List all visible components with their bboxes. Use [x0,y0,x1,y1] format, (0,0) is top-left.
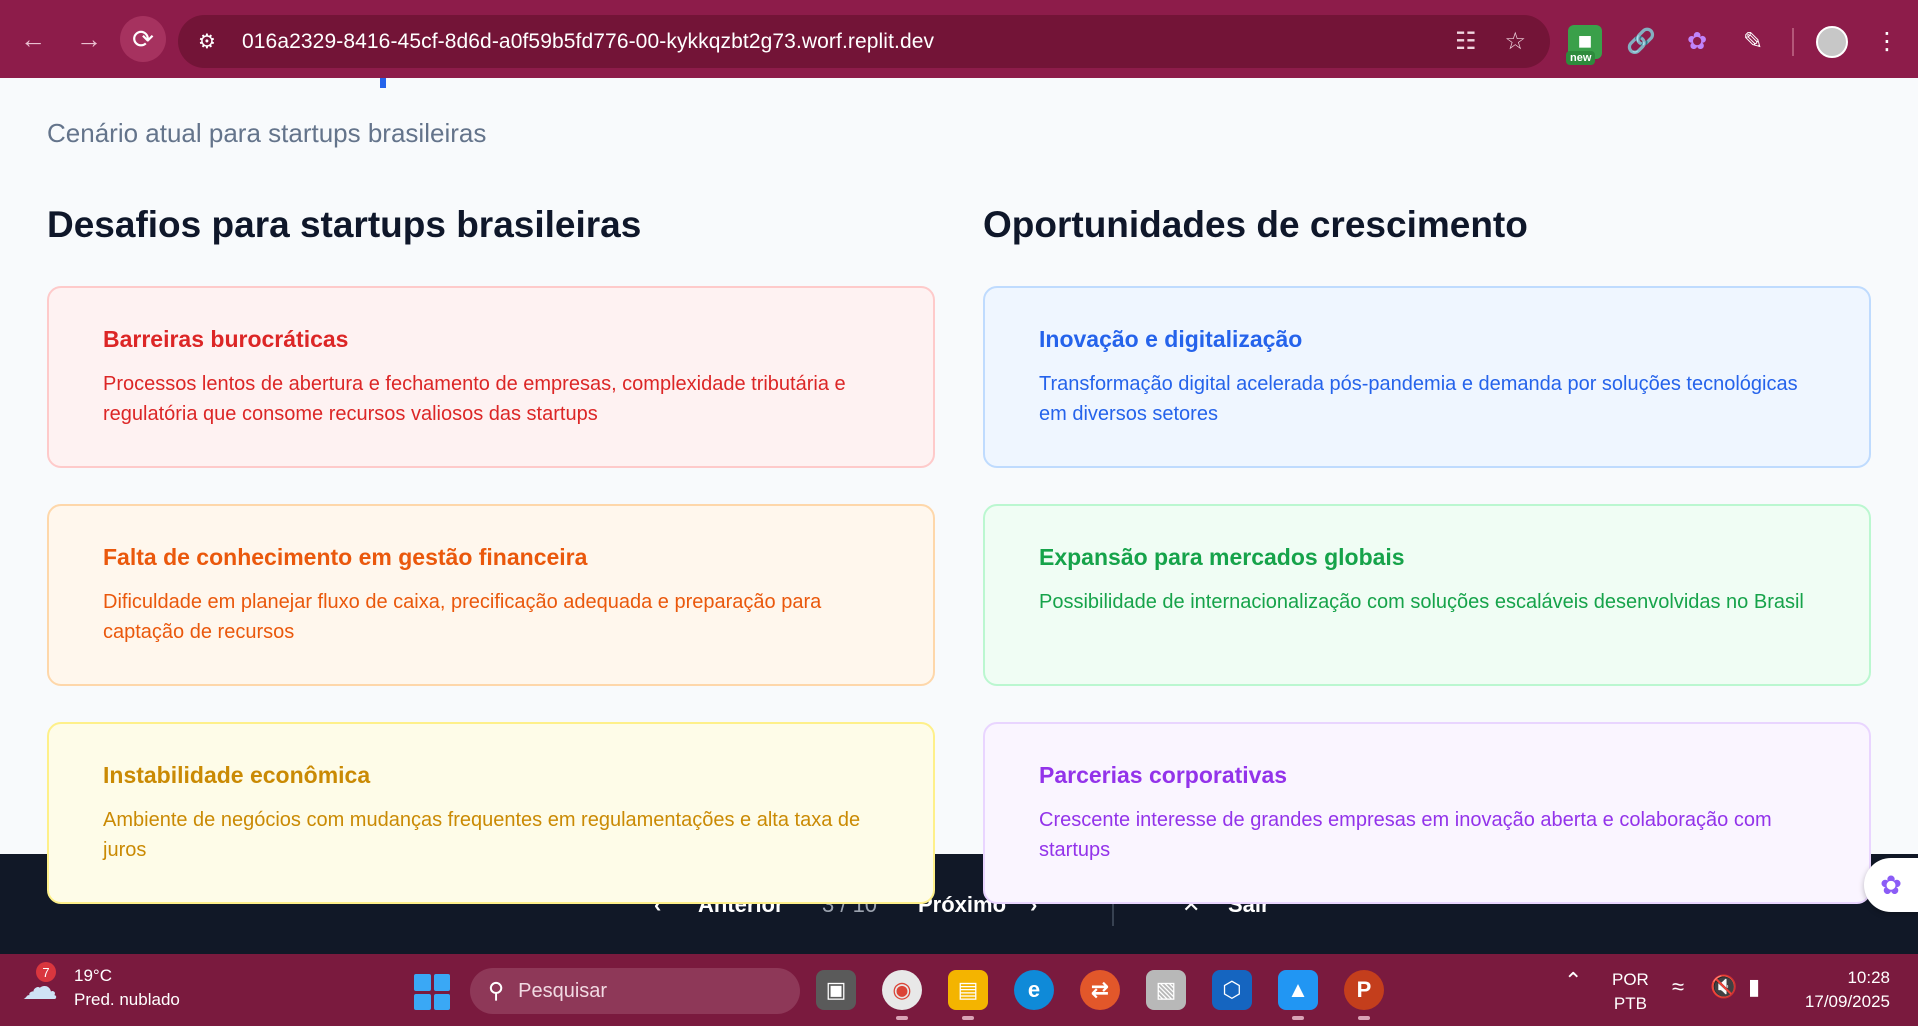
arrow-left-icon: ← [20,23,46,54]
card-title: Parcerias corporativas [1039,762,1288,788]
kebab-menu-icon[interactable]: ⋮ [1870,25,1904,59]
challenges-heading: Desafios para startups brasileiras [47,204,642,245]
card-title: Falta de conhecimento em gestão financei… [103,544,588,570]
new-badge: new [1566,50,1596,65]
back-button[interactable]: ← [10,16,56,62]
powerpoint-icon[interactable]: P [1344,970,1384,1020]
challenge-card-finance: Falta de conhecimento em gestão financei… [47,504,935,686]
search-icon: ⚲ [488,978,505,1003]
search-placeholder: Pesquisar [518,979,608,1002]
weather-description: Pred. nublado [74,990,180,1009]
title-fragment [380,78,386,88]
file-explorer-icon[interactable]: ▤ [948,970,988,1020]
battery-icon[interactable]: ▮ [1748,974,1760,1000]
cube-app-icon[interactable]: ⬡ [1212,970,1252,1010]
speaker-muted-icon[interactable]: 🔇 [1710,974,1737,1000]
address-bar[interactable]: ⚙ 016a2329-8416-45cf-8d6d-a0f59b5fd776-0… [178,15,1550,68]
robot-extension-icon[interactable]: ■ new [1566,24,1602,65]
card-text: Transformação digital acelerada pós-pand… [1039,373,1798,425]
card-text: Possibilidade de internacionalização com… [1039,591,1804,613]
windows-taskbar: ☁ 7 19°C Pred. nublado ⚲ Pesquisar ▣ ◉ ▤ … [0,954,1918,1026]
slide-subtitle: Cenário atual para startups brasileiras [47,118,487,148]
card-title: Inovação e digitalização [1039,326,1303,352]
wifi-icon[interactable]: ≈ [1672,974,1684,1000]
taskbar-search[interactable]: ⚲ Pesquisar [470,968,800,1014]
card-text: Dificuldade em planejar fluxo de caixa, … [103,591,822,643]
link-extension-icon[interactable]: 🔗 [1624,25,1658,59]
challenge-card-bureaucracy: Barreiras burocráticas Processos lentos … [47,286,935,468]
task-view-icon[interactable]: ▣ [816,970,856,1010]
brain-extension-icon[interactable]: ✿ [1680,25,1714,59]
opportunity-card-innovation: Inovação e digitalização Transformação d… [983,286,1871,468]
opportunity-card-global: Expansão para mercados globais Possibili… [983,504,1871,686]
opportunities-heading: Oportunidades de crescimento [983,204,1528,245]
cloud-icon: ☁ 7 [22,962,66,1010]
weather-widget[interactable]: ☁ 7 19°C Pred. nublado [22,962,180,1012]
card-title: Instabilidade econômica [103,762,371,788]
weather-badge: 7 [36,962,56,982]
card-title: Barreiras burocráticas [103,326,349,352]
app-window-icon[interactable]: ▧ [1146,970,1186,1010]
chrome-icon[interactable]: ◉ [882,970,922,1020]
card-text: Processos lentos de abertura e fechament… [103,373,846,425]
reload-button[interactable]: ⟳ [120,16,166,62]
browser-toolbar: ← → ⟳ ⚙ 016a2329-8416-45cf-8d6d-a0f59b5f… [0,0,1918,78]
opportunity-card-partnerships: Parcerias corporativas Crescente interes… [983,722,1871,904]
forward-button[interactable]: → [66,16,112,62]
toolbar-divider [1792,27,1794,56]
clock-time: 10:28 [1847,968,1890,987]
system-clock[interactable]: 10:28 17/09/2025 [1805,966,1890,1014]
translate-icon[interactable]: ☷ [1455,27,1477,56]
assistant-brain-icon[interactable]: ✿ [1864,858,1918,912]
photos-icon[interactable]: ▲ [1278,970,1318,1020]
challenge-card-economy: Instabilidade econômica Ambiente de negó… [47,722,935,904]
extensions-bar: ■ new 🔗 ✿ ✎ ⋮ [1566,15,1904,68]
card-title: Expansão para mercados globais [1039,544,1405,570]
profile-avatar[interactable] [1816,25,1848,58]
card-text: Ambiente de negócios com mudanças freque… [103,809,861,861]
reload-icon: ⟳ [132,23,154,54]
url-text[interactable]: 016a2329-8416-45cf-8d6d-a0f59b5fd776-00-… [242,30,934,54]
puzzle-extensions-icon[interactable]: ✎ [1736,25,1770,59]
remote-desktop-icon[interactable]: ⇄ [1080,970,1120,1010]
edge-icon[interactable]: e [1014,970,1054,1010]
language-code: POR [1612,970,1649,989]
card-text: Crescente interesse de grandes empresas … [1039,809,1772,861]
language-indicator[interactable]: POR PTB [1612,968,1649,1016]
arrow-right-icon: → [76,23,102,54]
bookmark-star-icon[interactable]: ☆ [1504,27,1526,56]
keyboard-layout: PTB [1613,994,1647,1013]
windows-start-icon[interactable] [414,974,450,1010]
site-info-icon[interactable]: ⚙ [186,21,228,63]
clock-date: 17/09/2025 [1804,992,1890,1011]
weather-temperature: 19°C [74,966,112,985]
tray-chevron-up-icon[interactable]: ⌃ [1564,968,1582,994]
